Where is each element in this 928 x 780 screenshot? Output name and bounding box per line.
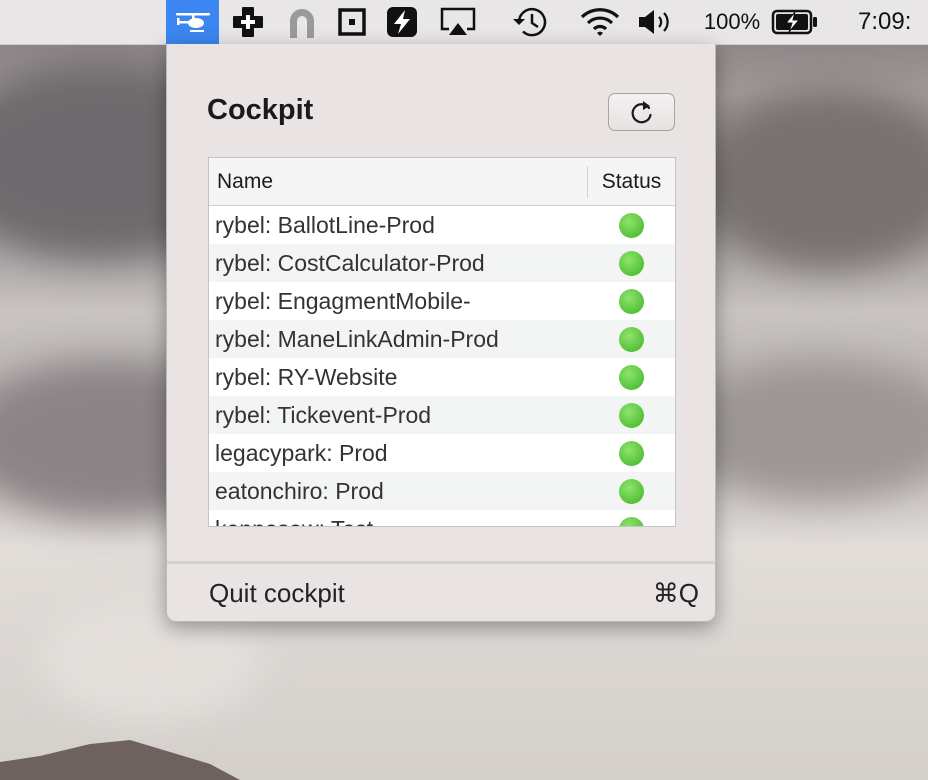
row-name: legacypark: Prod <box>215 439 388 466</box>
quit-menu-item[interactable]: Quit cockpit <box>209 578 345 609</box>
row-name: rybel: EngagmentMobile- <box>215 287 471 314</box>
status-green-indicator <box>619 402 644 428</box>
status-green-indicator <box>619 212 644 238</box>
lightning-app-icon <box>387 7 417 37</box>
row-name: rybel: Tickevent-Prod <box>215 401 432 428</box>
table-row[interactable]: rybel: BallotLine-Prod <box>209 206 675 244</box>
refresh-button[interactable] <box>608 93 675 131</box>
wifi-icon <box>580 8 620 36</box>
wifi-menubar-item[interactable] <box>578 0 622 44</box>
volume-menubar-item[interactable] <box>636 0 676 44</box>
menubar-clock[interactable]: 7:09: <box>858 0 928 44</box>
table-row[interactable]: kennesaw: Test <box>209 510 675 527</box>
row-name: rybel: ManeLinkAdmin-Prod <box>215 325 499 352</box>
airplay-icon <box>440 7 476 35</box>
mountain <box>0 740 240 780</box>
lightning-app-menubar-item[interactable] <box>385 0 419 44</box>
column-header-status[interactable]: Status <box>588 170 675 194</box>
table-header: Name Status <box>209 158 675 206</box>
project-status-table[interactable]: Name Status rybel: BallotLine-Prod rybel… <box>208 157 676 527</box>
table-row[interactable]: rybel: Tickevent-Prod <box>209 396 675 434</box>
table-row[interactable]: rybel: CostCalculator-Prod <box>209 244 675 282</box>
helicopter-icon <box>175 13 210 32</box>
status-green-indicator <box>619 364 644 390</box>
time-machine-icon <box>513 7 547 37</box>
popover-title: Cockpit <box>207 94 314 126</box>
quit-shortcut: ⌘Q <box>652 578 699 608</box>
table-row[interactable]: rybel: ManeLinkAdmin-Prod <box>209 320 675 358</box>
table-row[interactable]: legacypark: Prod <box>209 434 675 472</box>
square-app-icon <box>338 8 366 36</box>
row-name: rybel: CostCalculator-Prod <box>215 249 485 276</box>
magnet-menubar-item[interactable] <box>284 0 320 44</box>
status-green-indicator <box>619 478 644 504</box>
magnet-icon <box>290 9 314 38</box>
cockpit-menubar-item[interactable] <box>166 0 219 44</box>
status-green-indicator <box>619 516 644 526</box>
table-row[interactable]: rybel: RY-Website <box>209 358 675 396</box>
column-header-name[interactable]: Name <box>209 165 588 198</box>
status-green-indicator <box>619 288 644 314</box>
refresh-icon <box>631 101 652 124</box>
status-green-indicator <box>619 440 644 466</box>
row-name: eatonchiro: Prod <box>215 477 384 504</box>
cockpit-popover: Cockpit Name Status rybel: BallotLine-Pr… <box>166 44 716 622</box>
plus-app-icon <box>233 7 263 37</box>
volume-icon <box>639 10 669 34</box>
time-machine-menubar-item[interactable] <box>508 0 550 44</box>
table-row[interactable]: rybel: EngagmentMobile- <box>209 282 675 320</box>
battery-percent: 100% <box>703 9 761 34</box>
table-row[interactable]: eatonchiro: Prod <box>209 472 675 510</box>
status-green-indicator <box>619 250 644 276</box>
row-name: rybel: RY-Website <box>215 363 398 390</box>
menu-divider <box>167 561 715 564</box>
plus-app-menubar-item[interactable] <box>230 0 266 44</box>
battery-menubar-item[interactable] <box>770 0 820 44</box>
status-green-indicator <box>619 326 644 352</box>
airplay-menubar-item[interactable] <box>438 0 478 44</box>
row-name: kennesaw: Test <box>209 516 588 527</box>
battery-charging-icon <box>771 9 817 35</box>
row-name: rybel: BallotLine-Prod <box>215 211 435 238</box>
square-app-menubar-item[interactable] <box>336 0 368 44</box>
menu-bar: 100% 7:09: <box>0 0 928 45</box>
